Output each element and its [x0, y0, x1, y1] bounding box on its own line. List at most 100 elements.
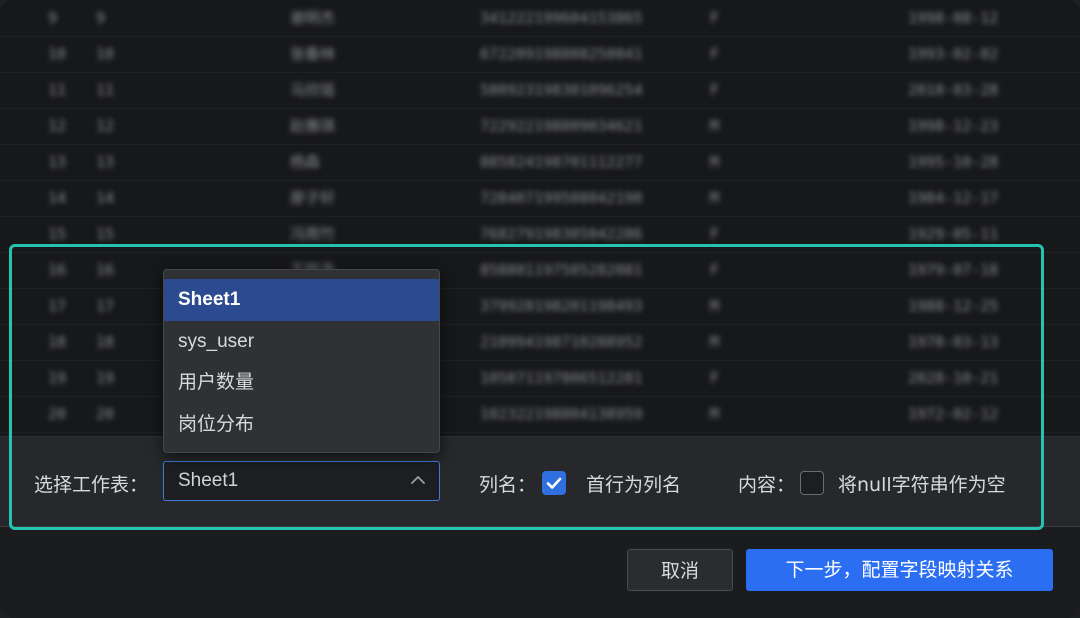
table-row: 10 10 张春林 672209198808250041 F 1993-02-02 — [0, 36, 1080, 73]
table-cell: 722922198809034621 — [480, 117, 643, 135]
table-row: 1919陈嘉怡105071197806512281F2028-10-21 — [0, 360, 1080, 397]
table-cell: F — [710, 45, 720, 63]
import-dialog: 9 9 谢明杰 341222199604153865 F 1998-08-12 10 10 张春… — [0, 0, 1080, 618]
table-cell: M — [710, 297, 720, 315]
sheet-select-value: Sheet1 — [178, 470, 239, 491]
table-cell: 16 — [96, 261, 115, 279]
table-cell: 672209198808250041 — [480, 45, 643, 63]
table-row: 1818徐子豪210994198710288952M1978-03-13 — [0, 324, 1080, 361]
table-row: 15 15 冯雨竹 768279198305042286 F 1929-05-11 — [0, 216, 1080, 253]
table-cell: 11 — [48, 81, 67, 99]
table-cell: 12 — [96, 117, 115, 135]
table-cell: 2028-10-21 — [908, 369, 999, 387]
table-cell: 858801197505282081 — [480, 261, 643, 279]
table-cell: 18 — [96, 333, 115, 351]
table-cell: 1979-07-18 — [908, 261, 999, 279]
table-cell: M — [710, 333, 720, 351]
table-cell: 1998-12-23 — [908, 117, 999, 135]
table-row: 13 13 杨森 885824198701112277 M 1995-10-28 — [0, 144, 1080, 181]
next-step-button[interactable]: 下一步，配置字段映射关系 — [746, 549, 1053, 591]
table-cell: 341222199604153865 — [480, 9, 643, 27]
table-cell: 赵雅琪 — [290, 117, 336, 135]
table-cell: M — [710, 189, 720, 207]
table-cell: F — [710, 9, 720, 27]
table-row: 2020周思远102322198804138959M1972-02-12 — [0, 396, 1080, 433]
cancel-button[interactable]: 取消 — [627, 549, 733, 591]
table-cell: 冯雨竹 — [290, 225, 336, 243]
null-as-empty-checkbox[interactable] — [800, 471, 824, 495]
table-cell: 14 — [48, 189, 67, 207]
table-cell: 19 — [48, 369, 67, 387]
table-cell: 580923198301096254 — [480, 81, 643, 99]
table-cell: M — [710, 117, 720, 135]
table-row: 11 11 马欣瑶 580923198301096254 F 2010-03-28 — [0, 72, 1080, 109]
table-cell: 9 — [96, 9, 106, 27]
table-row: 1717许诺涵379928198201198493M1988-12-25 — [0, 288, 1080, 325]
sheet-selector-label: 选择工作表： — [34, 474, 149, 496]
table-cell: 9 — [48, 9, 58, 27]
table-row: 1616王鸣浩858801197505282081F1979-07-18 — [0, 252, 1080, 289]
table-cell: 马欣瑶 — [290, 81, 336, 99]
table-cell: 1995-10-28 — [908, 153, 999, 171]
table-cell: 张春林 — [290, 45, 336, 63]
sheet-option-post-distribution[interactable]: 岗位分布 — [164, 404, 439, 446]
table-cell: 19 — [96, 369, 115, 387]
checkmark-icon — [546, 477, 562, 489]
table-cell: 102322198804138959 — [480, 405, 643, 423]
first-row-header-checkbox[interactable] — [542, 471, 566, 495]
table-cell: 1929-05-11 — [908, 225, 999, 243]
table-cell: 10 — [96, 45, 115, 63]
sheet-select[interactable]: Sheet1 — [163, 461, 440, 501]
table-cell: 1978-03-13 — [908, 333, 999, 351]
table-cell: 210994198710288952 — [480, 333, 643, 351]
table-cell: 885824198701112277 — [480, 153, 643, 171]
table-cell: 1988-12-25 — [908, 297, 999, 315]
options-panel: 选择工作表： 列名： 首行为列名 内容： 将null字符串作为空 — [0, 436, 1080, 527]
table-row: 14 14 廖子轩 728407199508042190 M 1984-12-17 — [0, 180, 1080, 217]
table-cell: M — [710, 153, 720, 171]
table-cell: 17 — [48, 297, 67, 315]
table-cell: 10 — [48, 45, 67, 63]
table-cell: F — [710, 261, 720, 279]
table-cell: F — [710, 225, 720, 243]
table-cell: 12 — [48, 117, 67, 135]
sheet-option-sys-user[interactable]: sys_user — [164, 321, 439, 363]
table-cell: 16 — [48, 261, 67, 279]
content-label: 内容： — [738, 474, 796, 496]
chevron-up-icon — [411, 476, 425, 484]
sheet-option-user-count[interactable]: 用户数量 — [164, 362, 439, 404]
table-cell: 379928198201198493 — [480, 297, 643, 315]
table-row: 9 9 谢明杰 341222199604153865 F 1998-08-12 — [0, 0, 1080, 37]
null-as-empty-text: 将null字符串作为空 — [838, 474, 1006, 496]
table-cell: 13 — [96, 153, 115, 171]
table-cell: M — [710, 405, 720, 423]
first-row-header-text: 首行为列名 — [586, 474, 682, 496]
table-cell: 17 — [96, 297, 115, 315]
sheet-options-list: Sheet1 sys_user 用户数量 岗位分布 — [163, 269, 440, 453]
table-cell: 105071197806512281 — [480, 369, 643, 387]
table-cell: 1998-08-12 — [908, 9, 999, 27]
column-name-label: 列名： — [479, 474, 537, 496]
table-cell: 20 — [48, 405, 67, 423]
table-cell: 廖子轩 — [290, 189, 336, 207]
table-cell: F — [710, 81, 720, 99]
table-cell: 1984-12-17 — [908, 189, 999, 207]
table-cell: 11 — [96, 81, 115, 99]
table-cell: 谢明杰 — [290, 9, 336, 27]
sheet-option-sheet1[interactable]: Sheet1 — [164, 279, 439, 321]
table-cell: 728407199508042190 — [480, 189, 643, 207]
table-row: 12 12 赵雅琪 722922198809034621 M 1998-12-23 — [0, 108, 1080, 145]
table-cell: 15 — [48, 225, 67, 243]
data-preview-table: 9 9 谢明杰 341222199604153865 F 1998-08-12 10 10 张春… — [0, 0, 1080, 440]
table-cell: 20 — [96, 405, 115, 423]
table-cell: 768279198305042286 — [480, 225, 643, 243]
table-cell: 杨森 — [290, 153, 321, 171]
table-cell: 1993-02-02 — [908, 45, 999, 63]
table-cell: 1972-02-12 — [908, 405, 999, 423]
table-cell: 15 — [96, 225, 115, 243]
table-cell: 14 — [96, 189, 115, 207]
table-cell: 2010-03-28 — [908, 81, 999, 99]
table-cell: 13 — [48, 153, 67, 171]
table-cell: F — [710, 369, 720, 387]
table-cell: 18 — [48, 333, 67, 351]
